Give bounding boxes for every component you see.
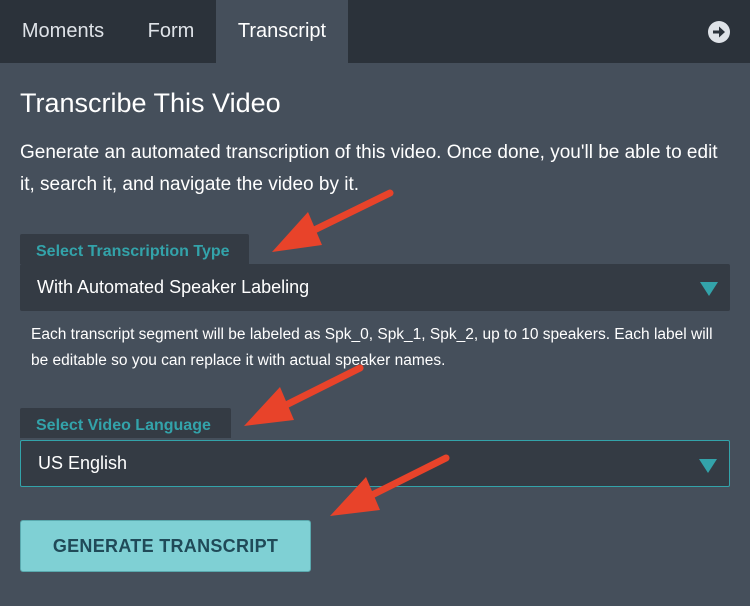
- annotation-arrow-icon: [272, 189, 394, 252]
- arrow-right-circle-icon[interactable]: [707, 20, 731, 44]
- transcription-type-label: Select Transcription Type: [20, 234, 249, 264]
- caret-down-icon: [699, 459, 717, 473]
- page-title: Transcribe This Video: [20, 88, 281, 118]
- video-language-select[interactable]: US English: [20, 440, 730, 487]
- tab-bar: Moments Form Transcript: [0, 0, 750, 63]
- tab-moments[interactable]: Moments: [0, 0, 126, 63]
- transcription-type-help: Each transcript segment will be labeled …: [31, 326, 713, 369]
- transcription-type-select[interactable]: With Automated Speaker Labeling: [20, 264, 730, 311]
- caret-down-icon: [700, 282, 718, 296]
- generate-transcript-button[interactable]: GENERATE TRANSCRIPT: [20, 520, 311, 572]
- video-language-value: US English: [38, 453, 128, 473]
- video-language-label: Select Video Language: [20, 408, 231, 438]
- annotation-arrow-icon: [244, 364, 364, 426]
- transcription-type-value: With Automated Speaker Labeling: [37, 277, 310, 297]
- page-description: Generate an automated transcription of t…: [20, 142, 718, 195]
- tab-transcript[interactable]: Transcript: [216, 0, 348, 63]
- tab-form[interactable]: Form: [126, 0, 216, 63]
